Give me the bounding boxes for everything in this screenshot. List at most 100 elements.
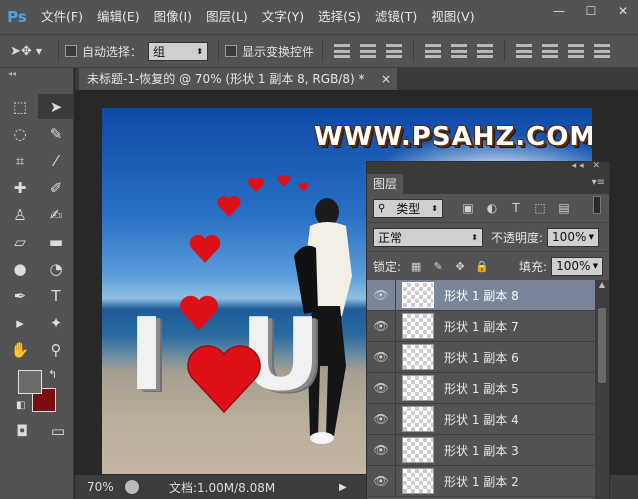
healing-brush-tool-icon[interactable]: ✚ (2, 175, 38, 200)
maximize-button[interactable]: ☐ (582, 4, 600, 18)
quick-select-tool-icon[interactable]: ✎ (38, 121, 74, 146)
menu-type[interactable]: 文字(Y) (255, 0, 311, 34)
hand-tool-icon[interactable]: ✋ (2, 337, 38, 362)
distribute-vcenter-icon[interactable] (542, 44, 559, 58)
align-top-icon[interactable] (334, 44, 351, 58)
crop-tool-icon[interactable]: ⌗ (2, 148, 38, 173)
menu-image[interactable]: 图像(I) (147, 0, 199, 34)
menu-layer[interactable]: 图层(L) (199, 0, 255, 34)
show-transform-checkbox[interactable] (225, 45, 238, 57)
history-brush-tool-icon[interactable]: ✍ (38, 202, 74, 227)
close-tab-icon[interactable]: × (381, 68, 391, 90)
align-vcenter-icon[interactable] (360, 44, 377, 58)
menu-view[interactable]: 视图(V) (424, 0, 481, 34)
document-tab[interactable]: 未标题-1-恢复的 @ 70% (形状 1 副本 8, RGB/8) * × (79, 68, 397, 90)
visibility-eye-icon[interactable]: 👁 (367, 381, 395, 395)
layers-scrollbar[interactable]: ▲ (595, 280, 609, 499)
play-icon[interactable]: ▶ (339, 482, 347, 493)
auto-select-dropdown[interactable]: 组 ⬍ (148, 41, 209, 61)
quick-mask-icon[interactable]: ◘ (4, 418, 40, 443)
tab-layers[interactable]: 图层 (367, 174, 403, 194)
layer-row[interactable]: 👁 形状 1 副本 4 (367, 403, 597, 435)
marquee-tool-icon[interactable]: ⬚ (2, 94, 38, 119)
swap-colors-icon[interactable]: ↰ (48, 368, 57, 381)
layer-row[interactable]: 👁 形状 1 副本 7 (367, 310, 597, 342)
custom-shape-tool-icon[interactable]: ✦ (38, 310, 74, 335)
fill-field[interactable]: 100% ▼ (551, 256, 604, 276)
layer-row[interactable]: 👁 形状 1 副本 8 (367, 280, 597, 311)
eraser-tool-icon[interactable]: ▱ (2, 229, 38, 254)
screen-mode-icon[interactable]: ▭ (40, 418, 76, 443)
close-button[interactable]: ✕ (614, 4, 632, 18)
image-filter-icon[interactable]: ▣ (461, 201, 475, 215)
dodge-tool-icon[interactable]: ◔ (38, 256, 74, 281)
visibility-eye-icon[interactable]: 👁 (367, 350, 395, 364)
panel-collapse-icon[interactable]: ◂◂ ✕ (572, 161, 603, 171)
scroll-up-icon[interactable]: ▲ (595, 280, 609, 292)
align-right-icon[interactable] (477, 44, 494, 58)
zoom-tool-icon[interactable]: ⚲ (38, 337, 74, 362)
fill-label: 填充: (519, 259, 548, 274)
default-colors-icon[interactable]: ◧ (16, 400, 25, 411)
layer-row[interactable]: 👁 形状 1 副本 3 (367, 434, 597, 466)
menu-bar: Ps 文件(F) 编辑(E) 图像(I) 图层(L) 文字(Y) 选择(S) 滤… (0, 0, 638, 34)
show-transform-label: 显示变换控件 (242, 44, 315, 59)
panel-header: ◂◂ ✕ (367, 161, 609, 174)
foreground-color-swatch[interactable] (18, 370, 42, 394)
layer-row[interactable]: 👁 形状 1 副本 2 (367, 465, 597, 497)
align-bottom-icon[interactable] (386, 44, 403, 58)
align-left-icon[interactable] (425, 44, 442, 58)
lock-all-icon[interactable]: 🔒 (475, 260, 489, 273)
panel-menu-icon[interactable]: ▾≡ (592, 177, 605, 188)
shape-filter-icon[interactable]: ⬚ (533, 201, 547, 215)
eyedropper-tool-icon[interactable]: ⁄ (38, 148, 74, 173)
layer-thumbnail (402, 406, 434, 432)
layer-row[interactable]: 👁 形状 1 副本 5 (367, 372, 597, 404)
menu-select[interactable]: 选择(S) (311, 0, 368, 34)
layer-name: 形状 1 副本 3 (444, 443, 519, 458)
filter-type-dropdown[interactable]: ⚲ 类型 ⬍ (373, 198, 443, 218)
align-hcenter-icon[interactable] (451, 44, 468, 58)
minimize-button[interactable]: — (550, 4, 568, 18)
type-tool-icon[interactable]: T (38, 283, 74, 308)
visibility-eye-icon[interactable]: 👁 (367, 443, 395, 457)
lock-position-icon[interactable]: ✥ (453, 260, 467, 273)
brush-tool-icon[interactable]: ✐ (38, 175, 74, 200)
photoshop-logo: Ps (7, 8, 27, 26)
visibility-eye-icon[interactable]: 👁 (367, 288, 395, 302)
layer-row[interactable]: 👁 形状 1 副本 6 (367, 341, 597, 373)
menu-file[interactable]: 文件(F) (34, 0, 90, 34)
layer-name: 形状 1 副本 2 (444, 474, 519, 489)
pen-tool-icon[interactable]: ✒ (2, 283, 38, 308)
move-tool-icon[interactable]: ➤ (38, 94, 74, 119)
auto-select-checkbox[interactable] (65, 45, 77, 57)
zoom-level[interactable]: 70% (75, 480, 125, 494)
visibility-eye-icon[interactable]: 👁 (367, 319, 395, 333)
distribute-left-icon[interactable] (594, 44, 611, 58)
distribute-bottom-icon[interactable] (568, 44, 585, 58)
menu-edit[interactable]: 编辑(E) (90, 0, 147, 34)
scrollbar-thumb[interactable] (598, 308, 606, 383)
blur-tool-icon[interactable]: ● (2, 256, 38, 281)
lock-pixels-transparent-icon[interactable]: ▦ (409, 260, 423, 273)
adjustment-filter-icon[interactable]: ◐ (485, 201, 499, 215)
lasso-tool-icon[interactable]: ◌ (2, 121, 38, 146)
type-filter-icon[interactable]: T (509, 201, 523, 215)
smart-object-filter-icon[interactable]: ▤ (557, 201, 571, 215)
clone-stamp-tool-icon[interactable]: ♙ (2, 202, 38, 227)
path-select-tool-icon[interactable]: ▸ (2, 310, 38, 335)
blend-mode-dropdown[interactable]: 正常 ⬍ (373, 227, 483, 247)
status-info-icon[interactable] (125, 480, 139, 494)
move-tool-preset[interactable]: ➤✥ ▼ (0, 44, 52, 59)
divider (413, 40, 415, 62)
filter-toggle[interactable] (593, 196, 601, 214)
updown-icon: ⬍ (196, 46, 204, 56)
menu-filter[interactable]: 滤镜(T) (368, 0, 424, 34)
opacity-field[interactable]: 100% ▼ (547, 227, 600, 247)
visibility-eye-icon[interactable]: 👁 (367, 474, 395, 488)
collapse-icon[interactable]: ◂◂ (0, 68, 73, 80)
gradient-tool-icon[interactable]: ▬ (38, 229, 74, 254)
visibility-eye-icon[interactable]: 👁 (367, 412, 395, 426)
lock-image-pixels-icon[interactable]: ✎ (431, 260, 445, 273)
distribute-top-icon[interactable] (516, 44, 533, 58)
